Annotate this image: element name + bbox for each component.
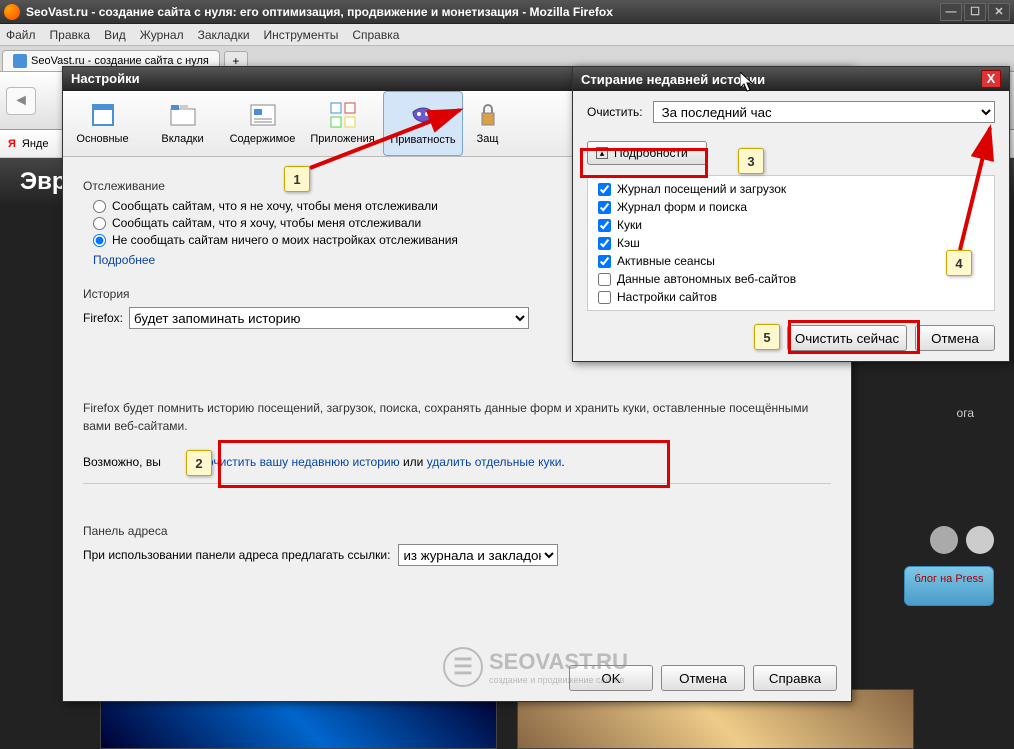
applications-icon xyxy=(327,99,359,131)
remove-cookies-link[interactable]: удалить отдельные куки xyxy=(427,455,562,469)
callout-2: 2 xyxy=(186,450,212,476)
clear-history-link[interactable]: очистить вашу недавнюю историю xyxy=(207,455,400,469)
clear-range-select[interactable]: За последний час xyxy=(653,101,995,123)
tab-favicon xyxy=(13,54,27,68)
blog-button[interactable]: блог на Press xyxy=(904,566,994,606)
clear-now-button[interactable]: Очистить сейчас xyxy=(787,325,907,351)
addressbar-group-label: Панель адреса xyxy=(83,524,831,538)
clear-range-label: Очистить: xyxy=(587,105,643,119)
security-lock-icon xyxy=(472,99,504,131)
callout-1: 1 xyxy=(284,166,310,192)
check-site-settings[interactable]: Настройки сайтов xyxy=(588,288,994,306)
page-widgets xyxy=(930,526,994,554)
tab-privacy[interactable]: Приватность xyxy=(383,91,463,156)
check-browsing-history[interactable]: Журнал посещений и загрузок xyxy=(588,180,994,198)
mouse-cursor-icon xyxy=(740,72,756,94)
dialog-close-button[interactable]: X xyxy=(981,70,1001,88)
check-cache[interactable]: Кэш xyxy=(588,234,994,252)
minimize-button[interactable]: — xyxy=(940,3,962,21)
general-icon xyxy=(87,99,119,131)
privacy-mask-icon xyxy=(407,100,439,132)
chevron-up-icon: ▴ xyxy=(596,147,608,159)
clear-history-dialog: Стирание недавней истории X Очистить: За… xyxy=(572,66,1010,362)
details-toggle-button[interactable]: ▴ Подробности xyxy=(587,141,707,165)
menu-edit[interactable]: Правка xyxy=(50,28,91,42)
check-forms-search[interactable]: Журнал форм и поиска xyxy=(588,198,994,216)
tab-content[interactable]: Содержимое xyxy=(223,91,303,156)
window-titlebar: SeoVast.ru - создание сайта с нуля: его … xyxy=(0,0,1014,24)
yandex-label: Янде xyxy=(22,138,49,150)
page-right-text: ога xyxy=(957,406,974,420)
radio-input[interactable] xyxy=(93,217,106,230)
check-cookies[interactable]: Куки xyxy=(588,216,994,234)
menu-history[interactable]: Журнал xyxy=(140,28,184,42)
addressbar-prefix: При использовании панели адреса предлага… xyxy=(83,548,390,562)
addressbar-suggest-select[interactable]: из журнала и закладок xyxy=(398,544,558,566)
learn-more-link[interactable]: Подробнее xyxy=(93,253,155,267)
clear-history-title: Стирание недавней истории X xyxy=(573,67,1009,91)
yandex-logo: Я xyxy=(8,138,16,150)
tabs-icon xyxy=(167,99,199,131)
watermark-icon: ☰ xyxy=(443,647,483,687)
callout-4: 4 xyxy=(946,250,972,276)
menu-tools[interactable]: Инструменты xyxy=(264,28,339,42)
radio-input[interactable] xyxy=(93,234,106,247)
callout-5: 5 xyxy=(754,324,780,350)
cancel-button[interactable]: Отмена xyxy=(915,325,995,351)
content-icon xyxy=(247,99,279,131)
watermark: ☰ SEOVAST.RU создание и продвижение сайт… xyxy=(443,647,628,687)
history-mode-select[interactable]: будет запоминать историю xyxy=(129,307,529,329)
clear-items-list: Журнал посещений и загрузок Журнал форм … xyxy=(587,175,995,311)
maximize-button[interactable]: ☐ xyxy=(964,3,986,21)
back-button[interactable]: ◄ xyxy=(6,87,36,115)
tab-general[interactable]: Основные xyxy=(63,91,143,156)
window-title: SeoVast.ru - создание сайта с нуля: его … xyxy=(26,5,613,19)
history-prefix: Firefox: xyxy=(83,311,123,325)
menu-bar: Файл Правка Вид Журнал Закладки Инструме… xyxy=(0,24,1014,46)
tab-tabs[interactable]: Вкладки xyxy=(143,91,223,156)
tab-applications[interactable]: Приложения xyxy=(303,91,383,156)
menu-bookmarks[interactable]: Закладки xyxy=(198,28,250,42)
widget-icon[interactable] xyxy=(930,526,958,554)
check-offline-data[interactable]: Данные автономных веб-сайтов xyxy=(588,270,994,288)
cancel-button[interactable]: Отмена xyxy=(661,665,745,691)
menu-help[interactable]: Справка xyxy=(352,28,399,42)
callout-3: 3 xyxy=(738,148,764,174)
check-active-sessions[interactable]: Активные сеансы xyxy=(588,252,994,270)
history-description: Firefox будет помнить историю посещений,… xyxy=(83,399,831,435)
help-button[interactable]: Справка xyxy=(753,665,837,691)
menu-view[interactable]: Вид xyxy=(104,28,126,42)
menu-file[interactable]: Файл xyxy=(6,28,36,42)
tab-security[interactable]: Защ xyxy=(463,91,513,156)
widget-icon[interactable] xyxy=(966,526,994,554)
close-button[interactable]: ✕ xyxy=(988,3,1010,21)
firefox-icon xyxy=(4,4,20,20)
radio-input[interactable] xyxy=(93,200,106,213)
